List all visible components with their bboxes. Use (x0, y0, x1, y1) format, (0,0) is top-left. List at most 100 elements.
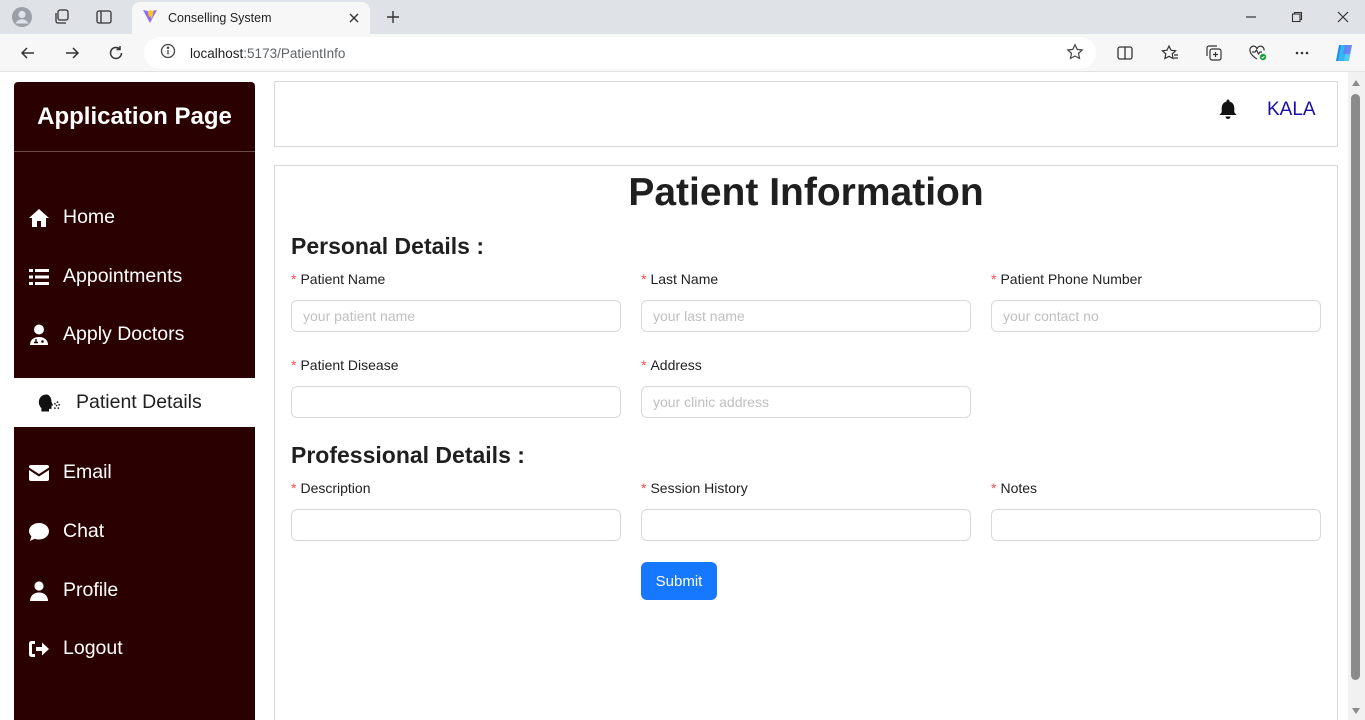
url-path: :5173/PatientInfo (243, 45, 346, 61)
session-history-input[interactable] (641, 509, 971, 541)
sidebar-item-label: Patient Details (76, 391, 202, 413)
sidebar-item-label: Apply Doctors (63, 323, 185, 345)
address-label: * Address (641, 355, 971, 375)
patient-name-label: * Patient Name (291, 269, 621, 289)
sidebar-item-home[interactable]: Home (14, 193, 255, 242)
envelope-icon (28, 462, 50, 484)
address-bar[interactable]: localhost:5173/PatientInfo (144, 37, 1096, 69)
site-info-icon[interactable] (160, 43, 176, 64)
disease-input[interactable] (291, 386, 621, 418)
disease-field: * Patient Disease (291, 355, 621, 418)
notes-field: * Notes (991, 478, 1321, 541)
more-options-icon[interactable] (1287, 39, 1317, 67)
url-host: localhost (190, 45, 244, 61)
label-text: Session History (650, 480, 748, 496)
last-name-field: * Last Name (641, 269, 971, 332)
label-text: Patient Disease (300, 357, 399, 373)
sidebar: Application Page Home Appointments Apply… (14, 82, 255, 720)
forward-icon[interactable] (57, 39, 87, 67)
user-doctor-icon (28, 324, 50, 346)
tab-title: Conselling System (168, 11, 272, 25)
last-name-input[interactable] (641, 300, 971, 332)
address-input[interactable] (641, 386, 971, 418)
bell-icon[interactable] (1218, 98, 1238, 120)
required-mark: * (641, 357, 647, 373)
browser-toolbar: localhost:5173/PatientInfo (0, 34, 1365, 72)
sidebar-item-label: Home (63, 206, 116, 228)
label-text: Address (650, 357, 702, 373)
scroll-up-icon[interactable] (1352, 80, 1360, 86)
patient-name-input[interactable] (291, 300, 621, 332)
browser-essentials-icon[interactable] (1243, 39, 1273, 67)
phone-label: * Patient Phone Number (991, 269, 1321, 289)
window-close-icon[interactable] (1320, 0, 1365, 34)
user-icon (28, 580, 50, 602)
description-input[interactable] (291, 509, 621, 541)
favorite-star-icon[interactable] (1066, 43, 1084, 66)
page-title: Patient Information (628, 171, 984, 214)
restore-icon[interactable] (1274, 0, 1320, 34)
collections-icon[interactable] (1199, 39, 1229, 67)
refresh-icon[interactable] (101, 39, 131, 67)
list-icon (28, 266, 50, 288)
sidebar-item-apply-doctors[interactable]: Apply Doctors (14, 310, 255, 359)
sidebar-item-profile[interactable]: Profile (14, 566, 255, 615)
logout-icon (28, 638, 50, 660)
sidebar-item-label: Chat (63, 520, 105, 542)
new-tab-icon[interactable] (380, 4, 406, 30)
top-header: KALA (274, 81, 1338, 147)
back-icon[interactable] (13, 39, 43, 67)
active-tab[interactable]: Conselling System (132, 2, 370, 34)
notes-label: * Notes (991, 478, 1321, 498)
label-text: Last Name (650, 271, 719, 287)
minimize-icon[interactable] (1228, 0, 1274, 34)
scroll-thumb[interactable] (1351, 94, 1360, 680)
split-screen-icon[interactable] (1110, 39, 1140, 67)
tab-close-icon[interactable] (342, 6, 366, 30)
description-label: * Description (291, 478, 621, 498)
page-scrollbar[interactable] (1348, 72, 1365, 720)
profile-avatar-icon[interactable] (8, 4, 36, 30)
favorites-icon[interactable] (1155, 39, 1185, 67)
label-text: Notes (1000, 480, 1038, 496)
phone-field: * Patient Phone Number (991, 269, 1321, 332)
sidebar-item-email[interactable]: Email (14, 448, 255, 497)
disease-label: * Patient Disease (291, 355, 621, 375)
required-mark: * (291, 480, 297, 496)
user-name-link[interactable]: KALA (1267, 99, 1316, 121)
patient-info-card: Patient Information Personal Details : *… (274, 165, 1338, 720)
last-name-label: * Last Name (641, 269, 971, 289)
session-history-field: * Session History (641, 478, 971, 541)
submit-button[interactable]: Submit (641, 562, 717, 600)
patient-name-field: * Patient Name (291, 269, 621, 332)
required-mark: * (641, 480, 647, 496)
vite-favicon-icon (142, 8, 158, 29)
session-history-label: * Session History (641, 478, 971, 498)
label-text: Description (300, 480, 371, 496)
label-text: Patient Name (300, 271, 386, 287)
required-mark: * (291, 357, 297, 373)
copilot-icon[interactable] (1329, 39, 1359, 67)
professional-details-heading: Professional Details : (291, 442, 525, 468)
notes-input[interactable] (991, 509, 1321, 541)
head-side-cough-icon (38, 392, 60, 414)
sidebar-item-logout[interactable]: Logout (14, 624, 255, 673)
scroll-down-icon[interactable] (1352, 708, 1360, 714)
required-mark: * (991, 480, 997, 496)
address-field: * Address (641, 355, 971, 418)
description-field: * Description (291, 478, 621, 541)
comment-icon (28, 521, 50, 543)
personal-details-heading: Personal Details : (291, 233, 485, 259)
sidebar-item-patient-details[interactable]: Patient Details (14, 378, 255, 427)
required-mark: * (991, 271, 997, 287)
browser-tab-strip: Conselling System (0, 0, 1365, 34)
workspaces-icon[interactable] (48, 4, 76, 30)
tab-actions-icon[interactable] (90, 4, 118, 30)
sidebar-brand: Application Page (14, 82, 255, 152)
page-viewport: Application Page Home Appointments Apply… (0, 72, 1348, 720)
phone-input[interactable] (991, 300, 1321, 332)
sidebar-item-label: Profile (63, 579, 119, 601)
sidebar-item-label: Logout (63, 637, 123, 659)
sidebar-item-appointments[interactable]: Appointments (14, 252, 255, 301)
sidebar-item-chat[interactable]: Chat (14, 507, 255, 556)
